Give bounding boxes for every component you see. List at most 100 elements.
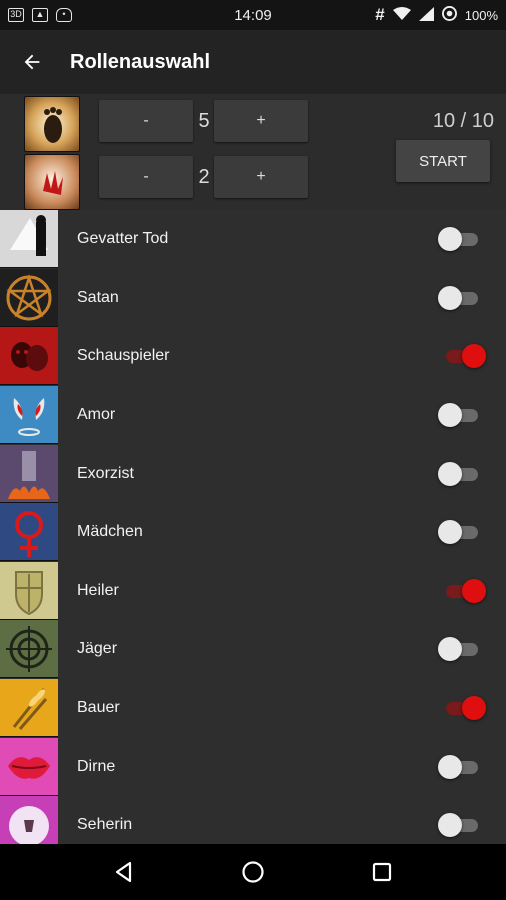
role-toggle[interactable] [438,813,482,838]
werewolf-decrement-button[interactable]: - [99,100,193,142]
role-label: Exorzist [77,464,134,482]
app-root: 3D ▲ • 14:09 # 100% Rollenauswahl - 5 + … [0,0,506,900]
role-image [0,796,58,844]
toggle-thumb [438,637,462,662]
role-row: Dirne [0,737,506,796]
role-label: Heiler [77,581,119,599]
crosshair-icon [6,626,52,673]
wings-icon [13,398,45,437]
role-toggle[interactable] [438,403,482,428]
role-image [0,444,58,503]
role-counter-panel: - 5 + - 2 + 10 / 10 START [0,94,506,210]
villager-count: 2 [198,166,210,188]
back-button[interactable] [0,30,64,94]
navigation-bar [0,844,506,900]
role-row: Jäger [0,620,506,679]
role-label: Mädchen [77,523,143,541]
role-row: Mädchen [0,503,506,562]
start-button[interactable]: START [396,140,490,182]
role-toggle[interactable] [438,637,482,662]
circle-home-icon [242,861,264,883]
role-row: Seherin [0,796,506,844]
status-bar: 3D ▲ • 14:09 # 100% [0,0,506,30]
lips-icon [8,756,50,779]
role-image [0,620,58,679]
masks-icon [11,342,48,372]
toggle-thumb [438,754,462,779]
villager-role-image [24,154,80,210]
role-row: Gevatter Tod [0,210,506,269]
role-row: Bauer [0,679,506,738]
werewolf-count: 5 [198,110,210,132]
role-toggle[interactable] [442,696,486,721]
exorcist-icon [8,450,50,499]
battery-level: 100% [464,7,498,23]
role-label: Gevatter Tod [77,230,169,248]
toggle-thumb [462,578,486,603]
toggle-thumb [438,285,462,310]
role-toggle[interactable] [442,344,486,369]
hash-icon: # [375,5,385,24]
role-label: Seherin [77,816,133,834]
role-label: Bauer [77,699,120,717]
venus-icon [15,511,43,558]
nav-home-button[interactable] [233,852,273,892]
toggle-thumb [438,227,462,252]
role-label: Dirne [77,757,116,775]
werewolf-role-image [24,96,80,152]
toggle-thumb [462,344,486,369]
triangle-back-icon [116,861,132,883]
role-image [0,210,58,269]
death-icon [10,215,48,257]
role-image [0,503,58,562]
role-image [0,679,58,738]
role-image [0,268,58,327]
footprint-icon [44,107,62,143]
role-list: Gevatter Tod Satan Schauspieler Amor Exorzis… [0,210,506,844]
nav-back-button[interactable] [104,852,144,892]
role-label: Schauspieler [77,347,170,365]
cat-icon: • [56,8,72,22]
image-icon: ▲ [32,8,48,22]
role-row: Amor [0,386,506,445]
arrow-left-icon [24,54,40,70]
toggle-thumb [438,461,462,486]
role-row: Heiler [0,561,506,621]
wifi-icon [392,6,411,24]
status-icons-right: # 100% [375,5,498,25]
app-bar: Rollenauswahl [0,30,506,94]
werewolf-increment-button[interactable]: + [214,100,308,142]
role-toggle[interactable] [442,578,486,603]
villager-increment-button[interactable]: + [214,156,308,198]
role-image [0,327,58,386]
role-toggle[interactable] [438,227,482,252]
wheat-icon [12,688,48,731]
sim-icon: 3D [8,8,24,22]
crystal-ball-icon [9,806,49,844]
toggle-thumb [438,403,462,428]
toggle-thumb [462,696,486,721]
role-toggle[interactable] [438,461,482,486]
battery-saver-icon [441,6,457,24]
nav-recents-button[interactable] [362,852,402,892]
blood-hand-icon [43,171,63,195]
role-label: Jäger [77,640,118,658]
role-toggle[interactable] [438,285,482,310]
toggle-thumb [438,813,462,838]
role-image [0,737,58,796]
role-toggle[interactable] [438,754,482,779]
role-label: Amor [77,406,116,424]
status-icons-left: 3D ▲ • [8,8,72,22]
role-row: Schauspieler [0,327,506,386]
signal-icon [418,6,434,24]
role-toggle[interactable] [438,520,482,545]
total-count: 10 / 10 [432,110,494,132]
villager-decrement-button[interactable]: - [99,156,193,198]
square-recents-icon [372,862,391,882]
shield-icon [15,570,43,615]
toggle-thumb [438,520,462,545]
role-row: Exorzist [0,444,506,503]
role-image [0,386,58,445]
role-image [0,561,58,620]
role-label: Satan [77,288,119,306]
